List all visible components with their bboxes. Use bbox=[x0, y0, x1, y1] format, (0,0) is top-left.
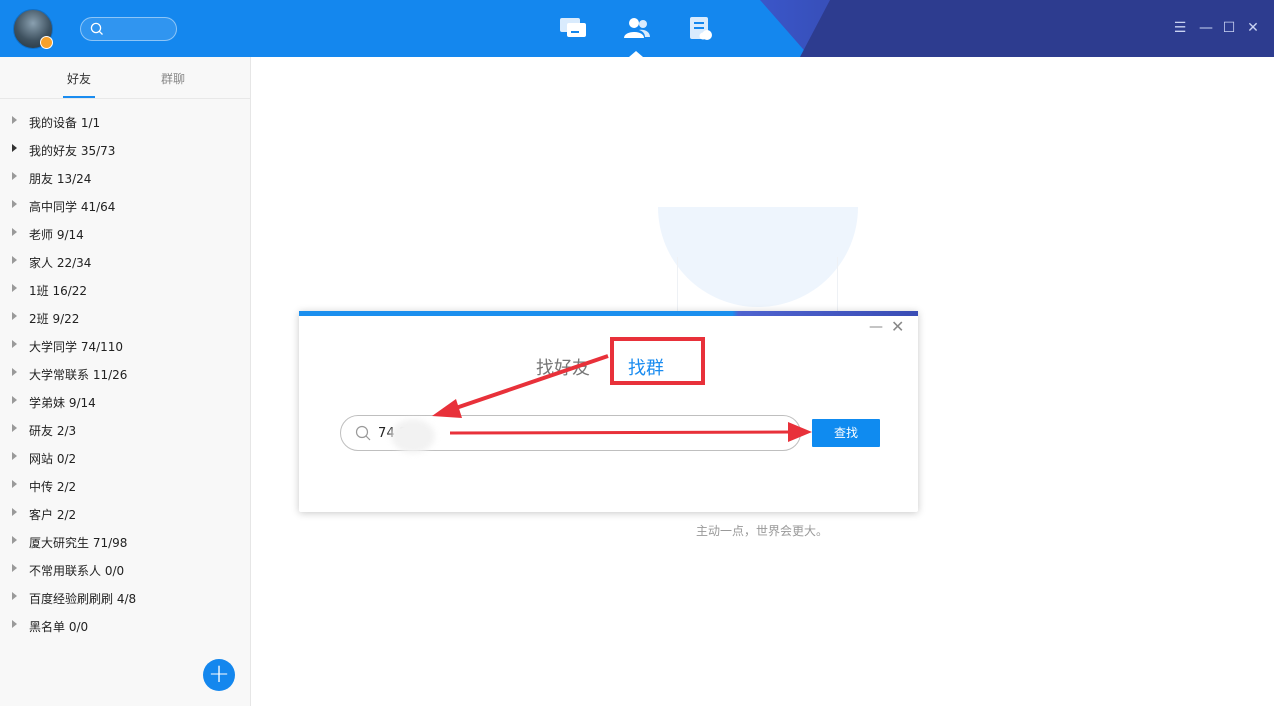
minimize-button[interactable]: — bbox=[1198, 20, 1214, 36]
caret-right-icon bbox=[12, 508, 17, 516]
group-label: 1班 16/22 bbox=[29, 284, 88, 298]
caret-right-icon bbox=[12, 424, 17, 432]
search-icon bbox=[90, 22, 103, 35]
group-item[interactable]: 学弟妹 9/14 bbox=[0, 388, 250, 416]
tab-find-friends[interactable]: 找好友 bbox=[536, 354, 590, 380]
dialog-top-stripe bbox=[299, 311, 918, 316]
annotation-highlight-box bbox=[610, 337, 705, 385]
tab-underline bbox=[63, 96, 95, 98]
group-label: 2班 9/22 bbox=[29, 312, 80, 326]
group-item[interactable]: 我的好友 35/73 bbox=[0, 136, 250, 164]
contacts-icon[interactable] bbox=[623, 16, 651, 42]
group-label: 厦大研究生 71/98 bbox=[29, 536, 128, 550]
dialog-close-button[interactable]: ✕ bbox=[891, 317, 904, 336]
caret-right-icon bbox=[12, 312, 17, 320]
caret-right-icon bbox=[12, 480, 17, 488]
caret-right-icon bbox=[12, 396, 17, 404]
group-item[interactable]: 大学常联系 11/26 bbox=[0, 360, 250, 388]
contacts-sidebar: 好友 群聊 我的设备 1/1 我的好友 35/73 朋友 13/24 高中同学 41/… bbox=[0, 57, 251, 706]
caret-right-icon bbox=[12, 564, 17, 572]
group-label: 中传 2/2 bbox=[29, 480, 77, 494]
group-item[interactable]: 我的设备 1/1 bbox=[0, 108, 250, 136]
group-label: 黑名单 0/0 bbox=[29, 620, 89, 634]
sidebar-tabs: 好友 群聊 bbox=[0, 57, 250, 99]
caret-right-icon bbox=[12, 620, 17, 628]
caret-right-icon bbox=[12, 592, 17, 600]
redaction-blur bbox=[391, 419, 435, 453]
group-item[interactable]: 厦大研究生 71/98 bbox=[0, 528, 250, 556]
group-item[interactable]: 黑名单 0/0 bbox=[0, 612, 250, 640]
dialog-minimize-button[interactable]: — bbox=[869, 319, 883, 335]
group-item[interactable]: 网站 0/2 bbox=[0, 444, 250, 472]
group-item[interactable]: 高中同学 41/64 bbox=[0, 192, 250, 220]
group-label: 我的设备 1/1 bbox=[29, 116, 101, 130]
empty-state-illustration bbox=[658, 207, 858, 307]
group-label: 朋友 13/24 bbox=[29, 172, 92, 186]
group-label: 不常用联系人 0/0 bbox=[29, 564, 125, 578]
group-label: 家人 22/34 bbox=[29, 256, 92, 270]
group-label: 学弟妹 9/14 bbox=[29, 396, 96, 410]
caret-right-icon bbox=[12, 284, 17, 292]
group-label: 研友 2/3 bbox=[29, 424, 77, 438]
close-button[interactable]: ✕ bbox=[1245, 20, 1261, 36]
caret-right-icon bbox=[12, 340, 17, 348]
group-item[interactable]: 老师 9/14 bbox=[0, 220, 250, 248]
group-label: 高中同学 41/64 bbox=[29, 200, 116, 214]
title-bar: ☰ — ☐ ✕ bbox=[0, 0, 1274, 57]
group-item[interactable]: 2班 9/22 bbox=[0, 304, 250, 332]
caret-right-icon bbox=[12, 368, 17, 376]
document-icon[interactable] bbox=[688, 16, 716, 42]
group-label: 网站 0/2 bbox=[29, 452, 77, 466]
find-dialog: — ✕ 找好友 找群 74 2 查找 bbox=[299, 311, 918, 512]
find-button[interactable]: 查找 bbox=[812, 419, 880, 447]
group-label: 我的好友 35/73 bbox=[29, 144, 116, 158]
chat-icon[interactable] bbox=[559, 16, 587, 42]
group-label: 大学同学 74/110 bbox=[29, 340, 124, 354]
top-search-input[interactable] bbox=[80, 17, 177, 41]
group-item[interactable]: 大学同学 74/110 bbox=[0, 332, 250, 360]
status-badge-icon bbox=[40, 36, 53, 49]
group-item[interactable]: 中传 2/2 bbox=[0, 472, 250, 500]
group-item[interactable]: 百度经验刷刷刷 4/8 bbox=[0, 584, 250, 612]
group-item[interactable]: 研友 2/3 bbox=[0, 416, 250, 444]
illustration-line bbox=[677, 257, 678, 317]
group-item[interactable]: 不常用联系人 0/0 bbox=[0, 556, 250, 584]
caret-right-icon bbox=[12, 144, 17, 152]
group-item[interactable]: 朋友 13/24 bbox=[0, 164, 250, 192]
group-label: 老师 9/14 bbox=[29, 228, 84, 242]
caret-right-icon bbox=[12, 228, 17, 236]
maximize-button[interactable]: ☐ bbox=[1221, 20, 1237, 36]
search-icon bbox=[355, 425, 371, 441]
group-item[interactable]: 客户 2/2 bbox=[0, 500, 250, 528]
add-button[interactable]: + bbox=[203, 659, 235, 691]
group-label: 百度经验刷刷刷 4/8 bbox=[29, 592, 137, 606]
empty-state-hint: 主动一点，世界会更大。 bbox=[696, 524, 829, 538]
tab-friends[interactable]: 好友 bbox=[67, 70, 91, 87]
caret-right-icon bbox=[12, 172, 17, 180]
illustration-line bbox=[837, 257, 838, 317]
tab-groups[interactable]: 群聊 bbox=[161, 70, 185, 87]
caret-right-icon bbox=[12, 256, 17, 264]
group-item[interactable]: 家人 22/34 bbox=[0, 248, 250, 276]
group-label: 客户 2/2 bbox=[29, 508, 77, 522]
group-label: 大学常联系 11/26 bbox=[29, 368, 128, 382]
menu-icon[interactable]: ☰ bbox=[1172, 20, 1188, 36]
group-list: 我的设备 1/1 我的好友 35/73 朋友 13/24 高中同学 41/64 老师 9… bbox=[0, 108, 250, 640]
caret-right-icon bbox=[12, 116, 17, 124]
caret-right-icon bbox=[12, 536, 17, 544]
caret-right-icon bbox=[12, 452, 17, 460]
caret-right-icon bbox=[12, 200, 17, 208]
group-item[interactable]: 1班 16/22 bbox=[0, 276, 250, 304]
